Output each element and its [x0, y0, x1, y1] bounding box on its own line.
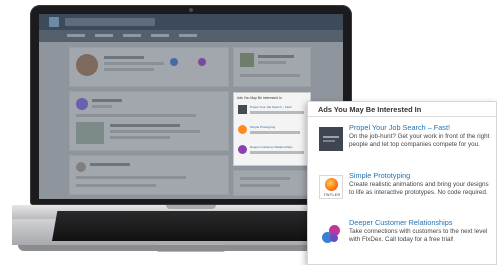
screen-ad-item: Deeper Customer Relationships — [250, 145, 293, 149]
base-notch — [166, 205, 216, 209]
screen-ad-line — [250, 151, 304, 154]
screen-ad-line — [250, 111, 304, 114]
feed-line — [76, 184, 156, 187]
search-bar — [65, 18, 155, 26]
side-card — [233, 170, 311, 196]
ad-item-job-search[interactable]: Propel Your Job Search – Fast! On the jo… — [308, 121, 496, 165]
feed-avatar — [76, 98, 88, 110]
screen-ad-title: Ads You May Be Interested In — [237, 96, 282, 100]
screen-ad-box: Ads You May Be Interested In Propel Your… — [233, 92, 311, 166]
laptop-lid: Ads You May Be Interested In Propel Your… — [30, 5, 352, 205]
profile-line — [104, 62, 164, 65]
feed-line — [110, 136, 170, 139]
nav-tab — [123, 34, 141, 37]
nav-tab — [67, 34, 85, 37]
stat-icon — [170, 58, 178, 66]
ads-panel: Ads You May Be Interested In Propel Your… — [307, 101, 497, 265]
feed-line — [92, 105, 112, 108]
screen-ad-thumb — [238, 125, 247, 134]
screen-ad-line — [250, 131, 300, 134]
avatar — [76, 54, 98, 76]
twyler-logo-text: TWYLER — [323, 193, 341, 197]
feed-avatar — [76, 162, 86, 172]
ads-divider — [308, 116, 496, 117]
logo-circle — [330, 234, 338, 242]
screen-ad-thumb — [238, 105, 247, 114]
feed-line — [110, 130, 200, 133]
profile-card — [69, 47, 229, 87]
thumb-line — [323, 140, 335, 142]
feed-line — [76, 114, 196, 117]
ad-body-text: On the job-hunt? Get your work in front … — [349, 133, 490, 148]
feed-line — [110, 124, 180, 127]
feed-card — [69, 155, 229, 195]
feed-image — [76, 122, 104, 144]
ad-item-prototyping[interactable]: TWYLER Simple Prototyping Create realist… — [308, 169, 496, 213]
side-card — [233, 47, 311, 87]
side-line — [240, 74, 300, 77]
ad-body-text: Take connections with customers to the n… — [349, 228, 488, 243]
ad-title-link[interactable]: Propel Your Job Search – Fast! — [349, 123, 450, 132]
site-nav — [39, 30, 343, 42]
nav-tab — [179, 34, 197, 37]
flxdex-logo-icon[interactable] — [319, 222, 343, 246]
feed-line — [90, 163, 130, 166]
site-logo — [49, 17, 59, 27]
feed-line — [76, 176, 186, 179]
side-avatar — [240, 53, 254, 67]
ad-title-link[interactable]: Deeper Customer Relationships — [349, 218, 452, 227]
site-topbar — [39, 14, 343, 30]
twyler-logo-mark — [325, 178, 338, 191]
ads-panel-header: Ads You May Be Interested In — [318, 105, 422, 114]
laptop-screen: Ads You May Be Interested In Propel Your… — [39, 14, 343, 199]
ad-title-link[interactable]: Simple Prototyping — [349, 171, 410, 180]
screen-ad-item: Propel Your Job Search – Fast! — [250, 105, 292, 109]
camera — [189, 8, 193, 12]
profile-line — [104, 68, 154, 71]
side-line — [240, 184, 280, 187]
side-line — [258, 55, 294, 58]
feed-line — [92, 99, 122, 102]
side-line — [258, 61, 286, 64]
ad-body-text: Create realistic animations and bring yo… — [349, 181, 489, 196]
nav-tab — [151, 34, 169, 37]
nav-tab — [95, 34, 113, 37]
job-search-thumbnail-icon[interactable] — [319, 127, 343, 151]
twyler-logo-icon[interactable]: TWYLER — [319, 175, 343, 199]
screen-ad-thumb — [238, 145, 247, 154]
thumb-line — [323, 136, 339, 138]
stat-icon — [198, 58, 206, 66]
ad-item-customer-relationships[interactable]: Deeper Customer Relationships Take conne… — [308, 216, 496, 264]
screen-ad-item: Simple Prototyping — [250, 125, 276, 129]
profile-name-line — [104, 56, 144, 59]
keyboard — [52, 211, 318, 241]
side-line — [240, 177, 290, 180]
feed-card — [69, 91, 229, 151]
